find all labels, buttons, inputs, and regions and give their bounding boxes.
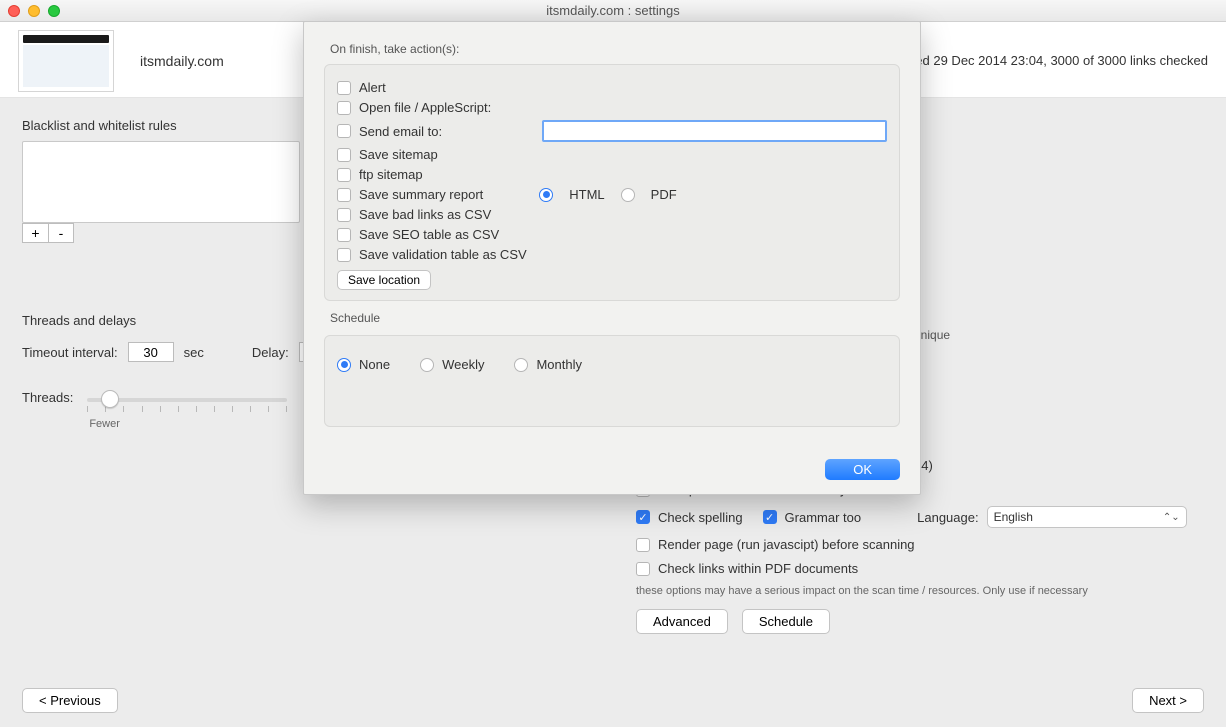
schedule-monthly-label: Monthly (536, 357, 582, 372)
summary-html-radio[interactable] (539, 188, 553, 202)
save-location-button[interactable]: Save location (337, 270, 431, 290)
threads-label: Threads: (22, 390, 73, 405)
save-validation-checkbox[interactable] (337, 248, 351, 262)
schedule-monthly-radio[interactable] (514, 358, 528, 372)
actions-sheet: On finish, take action(s): Alert Open fi… (303, 21, 921, 495)
language-value: English (994, 510, 1033, 524)
save-sitemap-label: Save sitemap (359, 147, 438, 162)
send-email-input[interactable] (542, 120, 887, 142)
ok-button[interactable]: OK (825, 459, 900, 480)
timeout-input[interactable] (128, 342, 174, 362)
footer-nav: < Previous Next > (22, 688, 1204, 713)
send-email-label: Send email to: (359, 124, 442, 139)
site-thumbnail (18, 30, 114, 92)
unique-label: unique (914, 328, 1206, 342)
threads-slider[interactable]: Fewer (87, 390, 287, 430)
schedule-none-label: None (359, 357, 390, 372)
render-page-label: Render page (run javascipt) before scann… (658, 537, 915, 552)
language-label: Language: (917, 510, 978, 525)
grammar-label: Grammar too (785, 510, 862, 525)
schedule-heading: Schedule (330, 311, 900, 325)
summary-html-label: HTML (569, 187, 604, 202)
render-page-checkbox[interactable] (636, 538, 650, 552)
timeout-unit: sec (184, 345, 204, 360)
schedule-panel: None Weekly Monthly (324, 335, 900, 427)
grammar-checkbox[interactable]: ✓ (763, 510, 777, 524)
chevron-updown-icon: ⌃⌄ (1163, 512, 1180, 523)
language-select[interactable]: English ⌃⌄ (987, 506, 1187, 528)
save-sitemap-checkbox[interactable] (337, 148, 351, 162)
save-seotable-label: Save SEO table as CSV (359, 227, 499, 242)
save-badlinks-label: Save bad links as CSV (359, 207, 491, 222)
summary-pdf-label: PDF (651, 187, 677, 202)
save-summary-checkbox[interactable] (337, 188, 351, 202)
titlebar: itsmdaily.com : settings (0, 0, 1226, 22)
check-spelling-label: Check spelling (658, 510, 743, 525)
actions-panel: Alert Open file / AppleScript: Send emai… (324, 64, 900, 301)
ftp-sitemap-label: ftp sitemap (359, 167, 423, 182)
alert-label: Alert (359, 80, 386, 95)
window-title: itsmdaily.com : settings (0, 3, 1226, 18)
paren-value: 04) (914, 458, 1206, 473)
actions-heading: On finish, take action(s): (330, 42, 900, 56)
check-spelling-checkbox[interactable]: ✓ (636, 510, 650, 524)
impact-note: these options may have a serious impact … (636, 585, 1206, 597)
schedule-button[interactable]: Schedule (742, 609, 830, 634)
check-pdf-label: Check links within PDF documents (658, 561, 858, 576)
open-file-checkbox[interactable] (337, 101, 351, 115)
scan-status-text: ked 29 Dec 2014 23:04, 3000 of 3000 link… (909, 53, 1208, 68)
save-seotable-checkbox[interactable] (337, 228, 351, 242)
advanced-button[interactable]: Advanced (636, 609, 728, 634)
open-file-label: Open file / AppleScript: (359, 100, 491, 115)
timeout-label: Timeout interval: (22, 345, 118, 360)
remove-rule-button[interactable]: - (48, 223, 74, 243)
ftp-sitemap-checkbox[interactable] (337, 168, 351, 182)
alert-checkbox[interactable] (337, 81, 351, 95)
check-pdf-checkbox[interactable] (636, 562, 650, 576)
add-rule-button[interactable]: + (22, 223, 48, 243)
save-badlinks-checkbox[interactable] (337, 208, 351, 222)
send-email-checkbox[interactable] (337, 124, 351, 138)
previous-button[interactable]: < Previous (22, 688, 118, 713)
save-summary-label: Save summary report (359, 187, 483, 202)
save-validation-label: Save validation table as CSV (359, 247, 527, 262)
schedule-weekly-radio[interactable] (420, 358, 434, 372)
fewer-label: Fewer (89, 418, 120, 430)
rules-listbox[interactable] (22, 141, 300, 223)
site-name: itsmdaily.com (140, 53, 224, 69)
schedule-none-radio[interactable] (337, 358, 351, 372)
delay-label: Delay: (252, 345, 289, 360)
summary-pdf-radio[interactable] (621, 188, 635, 202)
next-button[interactable]: Next > (1132, 688, 1204, 713)
schedule-weekly-label: Weekly (442, 357, 484, 372)
